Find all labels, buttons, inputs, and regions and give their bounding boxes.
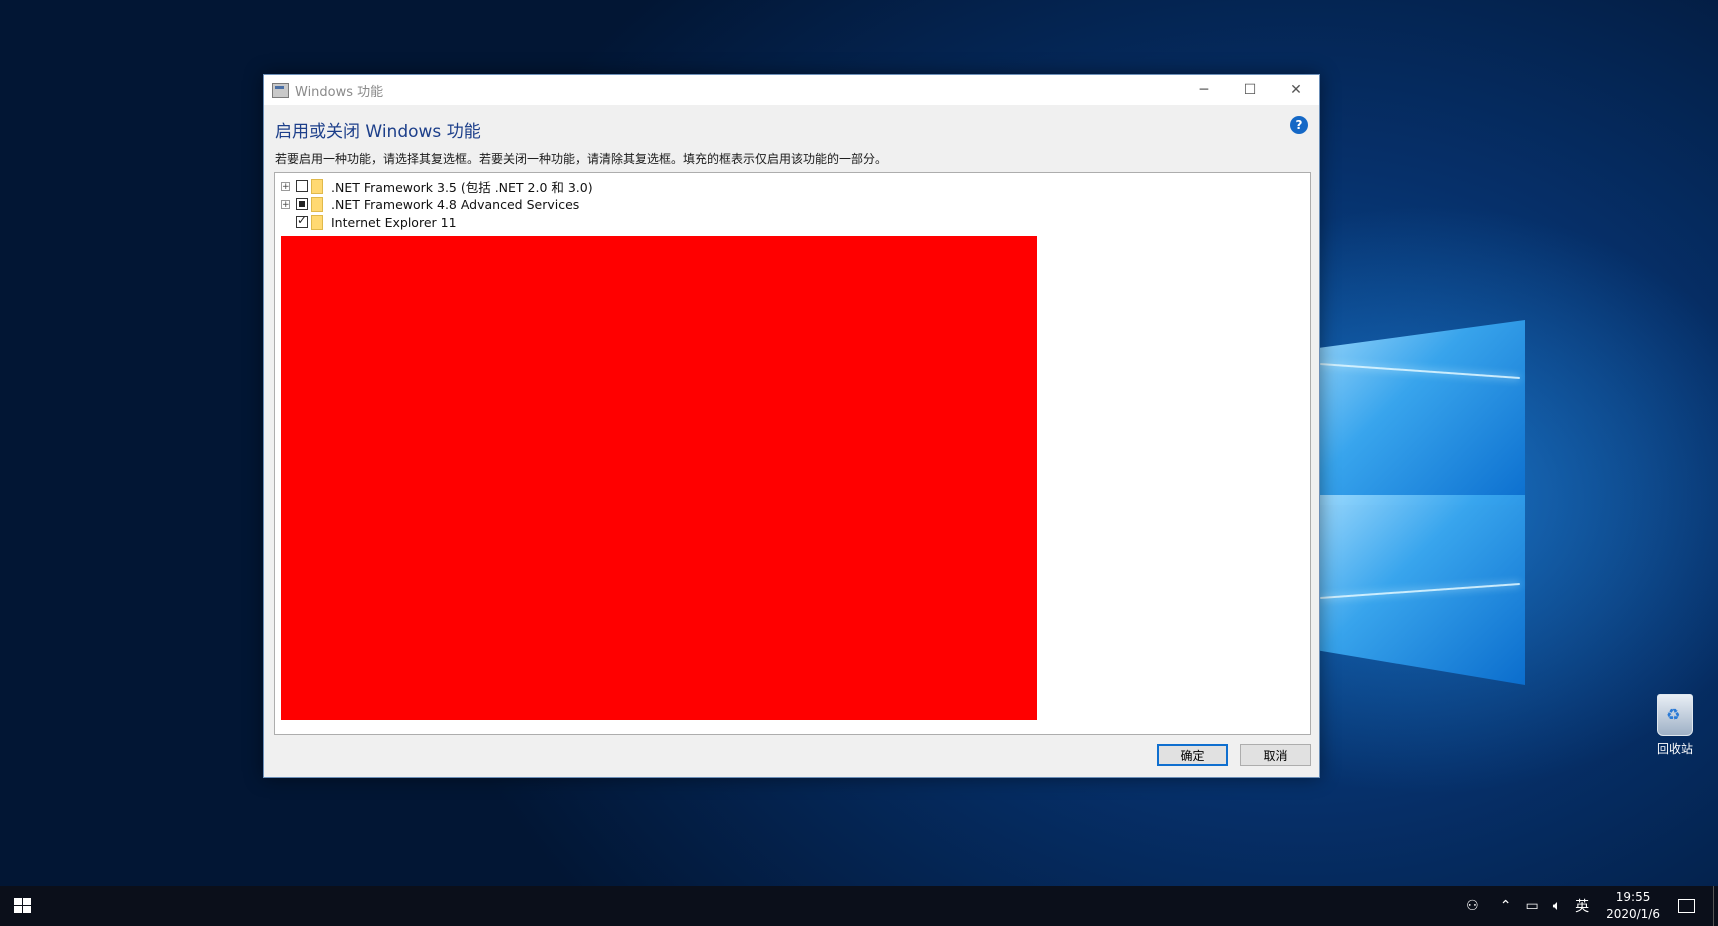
chevron-up-icon[interactable]: ⌃: [1500, 898, 1512, 914]
clock[interactable]: 19:55 2020/1/6: [1606, 889, 1660, 923]
start-button[interactable]: [14, 898, 32, 914]
minimize-icon: ─: [1199, 82, 1209, 98]
ok-button[interactable]: 确定: [1157, 744, 1228, 766]
feature-checkbox-net48[interactable]: [296, 198, 308, 210]
feature-label: .NET Framework 4.8 Advanced Services: [331, 196, 580, 212]
folder-icon: [311, 214, 323, 230]
taskbar: ⚇ ⌃ ▭ 🔈︎ 英 19:55 2020/1/6: [0, 886, 1718, 926]
close-icon: ✕: [1290, 82, 1302, 98]
features-tree[interactable]: + .NET Framework 3.5 (包括 .NET 2.0 和 3.0)…: [274, 172, 1311, 735]
dialog-heading: 启用或关闭 Windows 功能: [275, 122, 481, 142]
title-bar[interactable]: Windows 功能 ─ ☐ ✕: [264, 75, 1319, 105]
minimize-button[interactable]: ─: [1181, 75, 1227, 105]
expand-icon[interactable]: +: [281, 181, 290, 191]
recycle-bin-icon: [1657, 694, 1693, 736]
clock-time: 19:55: [1615, 890, 1651, 904]
ime-indicator[interactable]: 英: [1575, 896, 1589, 916]
close-button[interactable]: ✕: [1273, 75, 1319, 105]
feature-item-ie11[interactable]: Internet Explorer 11: [281, 213, 457, 231]
action-center-icon[interactable]: [1678, 899, 1695, 913]
windows-features-dialog: Windows 功能 ─ ☐ ✕ 启用或关闭 Windows 功能 ? 若要启用…: [263, 74, 1320, 778]
show-desktop-button[interactable]: [1713, 886, 1718, 926]
feature-label: Internet Explorer 11: [331, 214, 457, 230]
people-icon[interactable]: ⚇: [1466, 898, 1479, 914]
recycle-bin-shortcut[interactable]: 回收站: [1645, 694, 1705, 757]
maximize-icon: ☐: [1243, 82, 1257, 98]
folder-icon: [311, 178, 323, 194]
feature-label: .NET Framework 3.5 (包括 .NET 2.0 和 3.0): [331, 179, 593, 195]
feature-checkbox-ie11[interactable]: [296, 213, 308, 228]
expand-icon[interactable]: +: [281, 199, 290, 209]
cancel-button[interactable]: 取消: [1240, 744, 1311, 766]
recycle-bin-label: 回收站: [1656, 742, 1693, 756]
system-tray: ⚇ ⌃ ▭ 🔈︎ 英 19:55 2020/1/6: [1459, 886, 1718, 926]
maximize-button[interactable]: ☐: [1227, 75, 1273, 105]
feature-item-net48[interactable]: + .NET Framework 4.8 Advanced Services: [281, 195, 579, 213]
help-icon[interactable]: ?: [1290, 116, 1308, 134]
windows-logo-icon: [14, 898, 22, 905]
windows-features-app-icon: [272, 82, 289, 98]
window-title: Windows 功能: [295, 84, 384, 100]
wallpaper-windows-logo: [1320, 290, 1525, 690]
feature-checkbox-net35[interactable]: [296, 180, 308, 192]
dialog-description: 若要启用一种功能，请选择其复选框。若要关闭一种功能，请清除其复选框。填充的框表示…: [275, 152, 888, 166]
redacted-region: [281, 236, 1037, 720]
clock-date: 2020/1/6: [1606, 907, 1660, 921]
network-icon[interactable]: ▭: [1525, 898, 1538, 914]
folder-icon: [311, 196, 323, 212]
volume-icon[interactable]: 🔈︎: [1553, 898, 1561, 914]
feature-item-net35[interactable]: + .NET Framework 3.5 (包括 .NET 2.0 和 3.0): [281, 177, 593, 195]
